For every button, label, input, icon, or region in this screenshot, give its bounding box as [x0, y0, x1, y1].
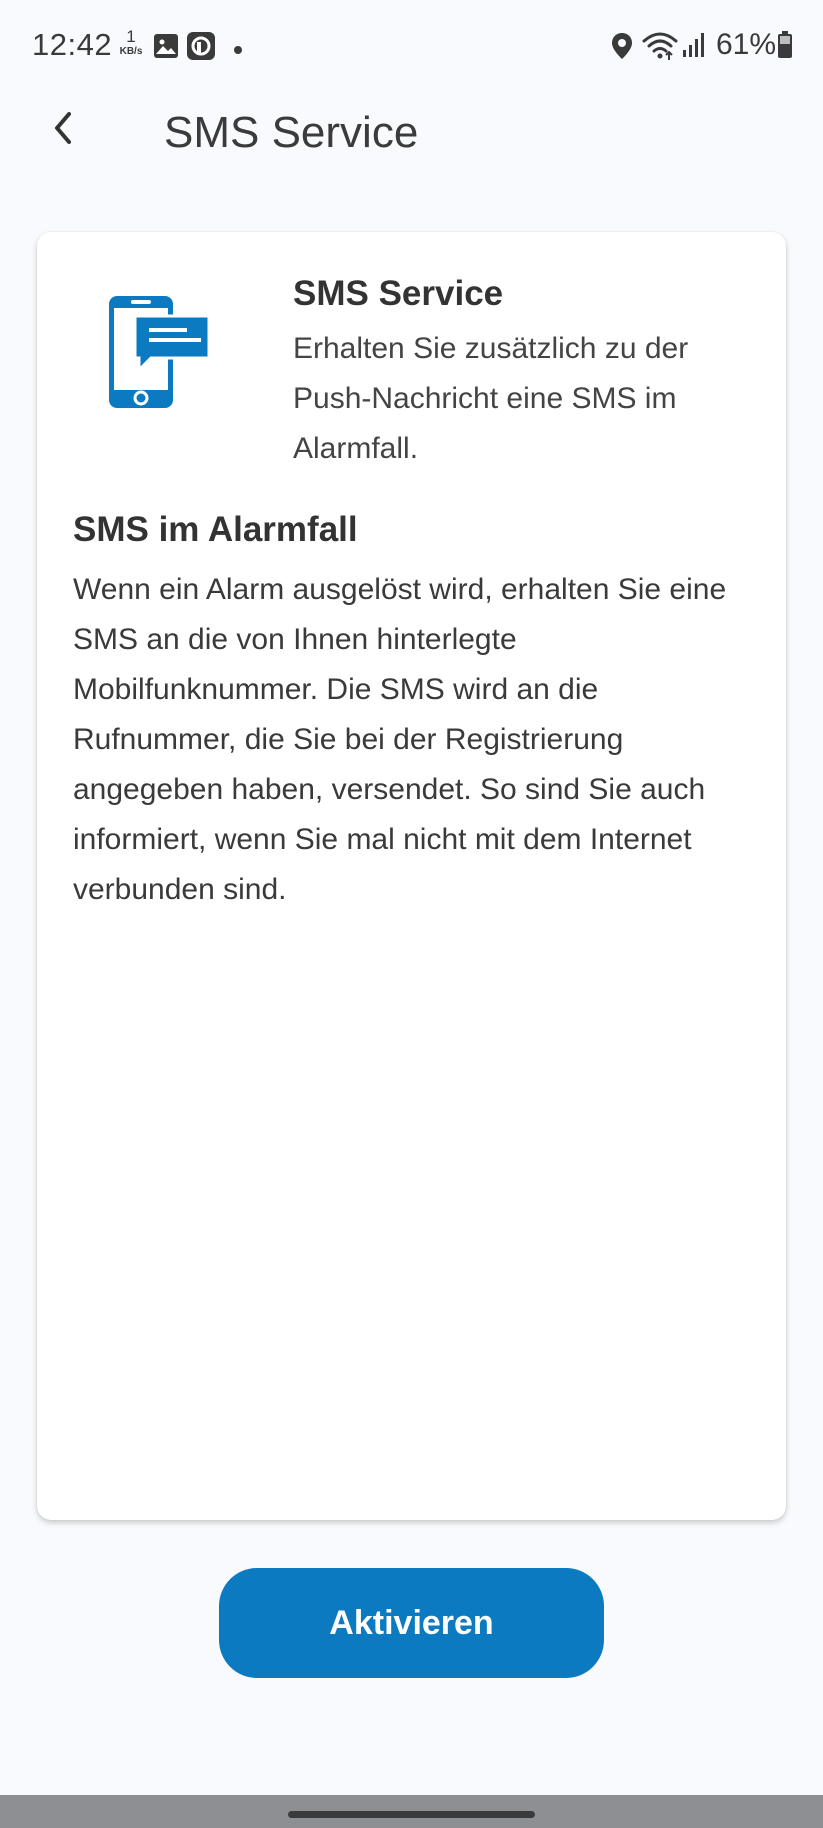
battery-icon — [777, 31, 793, 64]
card-subtitle: Erhalten Sie zusätzlich zu der Push-Nach… — [293, 332, 689, 465]
back-button[interactable] — [36, 100, 92, 156]
battery-percent: 61% — [716, 28, 777, 61]
status-bar: 12:42 1 KB/s 61% — [0, 0, 823, 92]
sms-service-card: SMS Service Erhalten Sie zusätzlich zu d… — [37, 232, 786, 1520]
dot-icon — [233, 42, 243, 60]
app-notification-icon — [186, 31, 216, 66]
phone-sms-icon — [107, 294, 211, 412]
network-speed: 1 KB/s — [117, 28, 145, 57]
location-icon — [611, 32, 633, 65]
status-time: 12:42 — [32, 27, 113, 62]
activate-button[interactable]: Aktivieren — [219, 1568, 604, 1678]
section-title: SMS im Alarmfall — [73, 510, 358, 549]
network-speed-unit: KB/s — [119, 46, 143, 57]
card-title: SMS Service — [293, 274, 504, 313]
network-speed-value: 1 — [126, 27, 136, 46]
page-title: SMS Service — [164, 108, 419, 157]
signal-icon — [682, 32, 706, 63]
wifi-icon — [642, 30, 678, 67]
chevron-left-icon — [55, 112, 71, 144]
image-icon — [153, 33, 179, 64]
home-gesture-handle[interactable] — [288, 1811, 535, 1818]
section-body: Wenn ein Alarm ausgelöst wird, erhalten … — [73, 573, 727, 906]
